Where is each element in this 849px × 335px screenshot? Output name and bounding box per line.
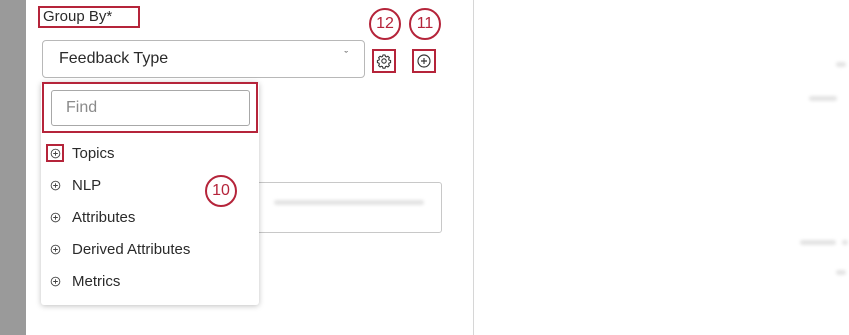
menu-item-derived-attributes[interactable]: Derived Attributes <box>49 238 190 260</box>
menu-item-topics[interactable]: Topics <box>46 142 115 164</box>
plus-circle-icon[interactable] <box>49 243 61 255</box>
menu-item-nlp[interactable]: NLP <box>49 174 101 196</box>
plus-circle-icon[interactable] <box>49 211 61 223</box>
menu-item-metrics[interactable]: Metrics <box>49 270 120 292</box>
callout-12: 12 <box>369 8 401 40</box>
group-by-label: Group By* <box>38 6 140 28</box>
menu-item-label: Metrics <box>72 272 121 290</box>
background-field <box>255 182 442 233</box>
find-highlight <box>42 82 258 133</box>
gear-icon <box>376 54 392 69</box>
plus-circle-icon[interactable] <box>46 144 64 162</box>
add-group-button[interactable] <box>412 49 436 73</box>
menu-item-label: Attributes <box>72 208 136 226</box>
menu-item-attributes[interactable]: Attributes <box>49 206 135 228</box>
callout-11: 11 <box>409 8 441 40</box>
left-gutter <box>0 0 26 335</box>
select-value: Feedback Type <box>59 50 169 67</box>
chevron-down-icon: ˇ <box>344 50 348 62</box>
callout-10: 10 <box>205 175 237 207</box>
plus-circle-icon[interactable] <box>49 275 61 287</box>
find-input[interactable] <box>51 90 250 126</box>
menu-item-label: Derived Attributes <box>72 240 191 258</box>
right-pane <box>474 0 849 335</box>
settings-button[interactable] <box>372 49 396 73</box>
plus-circle-icon[interactable] <box>49 179 61 191</box>
group-by-select[interactable]: Feedback Type ˇ <box>42 40 365 78</box>
menu-item-label: Topics <box>72 144 115 162</box>
plus-circle-icon <box>417 54 431 68</box>
menu-item-label: NLP <box>72 176 102 194</box>
